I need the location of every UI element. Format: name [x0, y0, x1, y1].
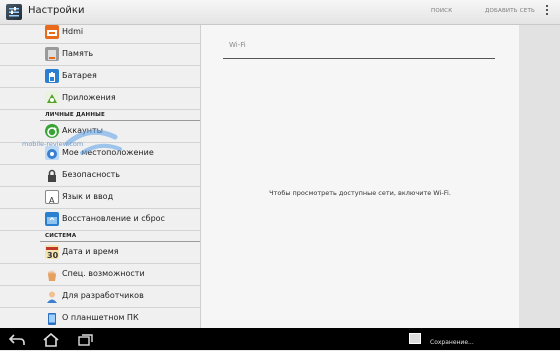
location-icon [45, 146, 59, 160]
sidebar-item-storage[interactable]: Память [0, 44, 200, 66]
lock-icon [45, 168, 59, 182]
storage-icon [45, 47, 59, 61]
page-title: Настройки [28, 5, 85, 16]
wifi-detail-pane: Wi-Fi Чтобы просмотреть доступные сети, … [200, 25, 519, 328]
section-header-system: СИСТЕМА [45, 233, 77, 239]
developer-icon [45, 289, 59, 303]
add-network-button[interactable]: ДОБАВИТЬ СЕТЬ [485, 8, 535, 14]
sidebar-item-about-tablet[interactable]: О планшетном ПК [0, 308, 200, 328]
section-header-personal: ЛИЧНЫЕ ДАННЫЕ [45, 112, 106, 118]
sidebar-item-developer[interactable]: Для разработчиков [0, 286, 200, 308]
notification-image-icon[interactable] [409, 333, 421, 344]
svg-text:A: A [49, 196, 55, 205]
notification-text[interactable]: Сохранение... [430, 339, 474, 346]
title-divider [223, 58, 495, 59]
sidebar-item-label: Безопасность [62, 170, 120, 179]
system-bar: Сохранение... [0, 328, 560, 350]
action-bar: Настройки ПОИСК ДОБАВИТЬ СЕТЬ [0, 0, 560, 25]
calendar-icon: 30 [45, 245, 59, 260]
sidebar-item-label: Для разработчиков [62, 291, 144, 300]
sidebar-item-label: Память [62, 49, 94, 58]
watermark-text: mobile-review.com [22, 140, 84, 148]
right-margin [519, 25, 560, 328]
home-icon[interactable] [42, 332, 60, 351]
overflow-menu-icon[interactable] [545, 5, 549, 19]
hdmi-icon [45, 25, 59, 39]
sidebar-item-battery[interactable]: Батарея [0, 66, 200, 88]
wifi-off-message: Чтобы просмотреть доступные сети, включи… [269, 189, 451, 197]
sidebar-item-label: Дата и время [62, 247, 119, 256]
battery-icon [45, 69, 59, 83]
sidebar-item-security[interactable]: Безопасность [0, 165, 200, 187]
settings-app-icon[interactable] [6, 4, 22, 20]
svg-text:30: 30 [47, 251, 59, 260]
hand-icon [45, 267, 59, 281]
sidebar-item-label: Язык и ввод [62, 192, 114, 201]
sidebar-item-language[interactable]: A Язык и ввод [0, 187, 200, 209]
tablet-icon [45, 311, 59, 325]
sidebar-item-accessibility[interactable]: Спец. возможности [0, 264, 200, 286]
sidebar-item-label: Hdmi [62, 27, 84, 36]
sidebar-item-backup[interactable]: Восстановление и сброс [0, 209, 200, 231]
sidebar-item-hdmi[interactable]: Hdmi [0, 25, 200, 44]
search-button[interactable]: ПОИСК [431, 8, 452, 14]
sidebar-item-label: Восстановление и сброс [62, 214, 165, 223]
recent-apps-icon[interactable] [76, 332, 94, 351]
back-icon[interactable] [8, 332, 26, 351]
sidebar-item-label: О планшетном ПК [62, 313, 139, 322]
backup-icon [45, 212, 59, 226]
settings-list: Hdmi Память Батарея Приложения ЛИЧНЫЕ ДА… [0, 25, 200, 328]
wifi-title: Wi-Fi [229, 41, 246, 49]
sync-icon [45, 124, 59, 138]
apps-icon [45, 91, 59, 105]
sidebar-item-date-time[interactable]: 30 Дата и время [0, 242, 200, 264]
keyboard-icon: A [45, 190, 59, 205]
sidebar-item-apps[interactable]: Приложения [0, 88, 200, 110]
sidebar-item-label: Спец. возможности [62, 269, 145, 278]
sidebar-item-label: Приложения [62, 93, 116, 102]
sidebar-item-label: Батарея [62, 71, 97, 80]
